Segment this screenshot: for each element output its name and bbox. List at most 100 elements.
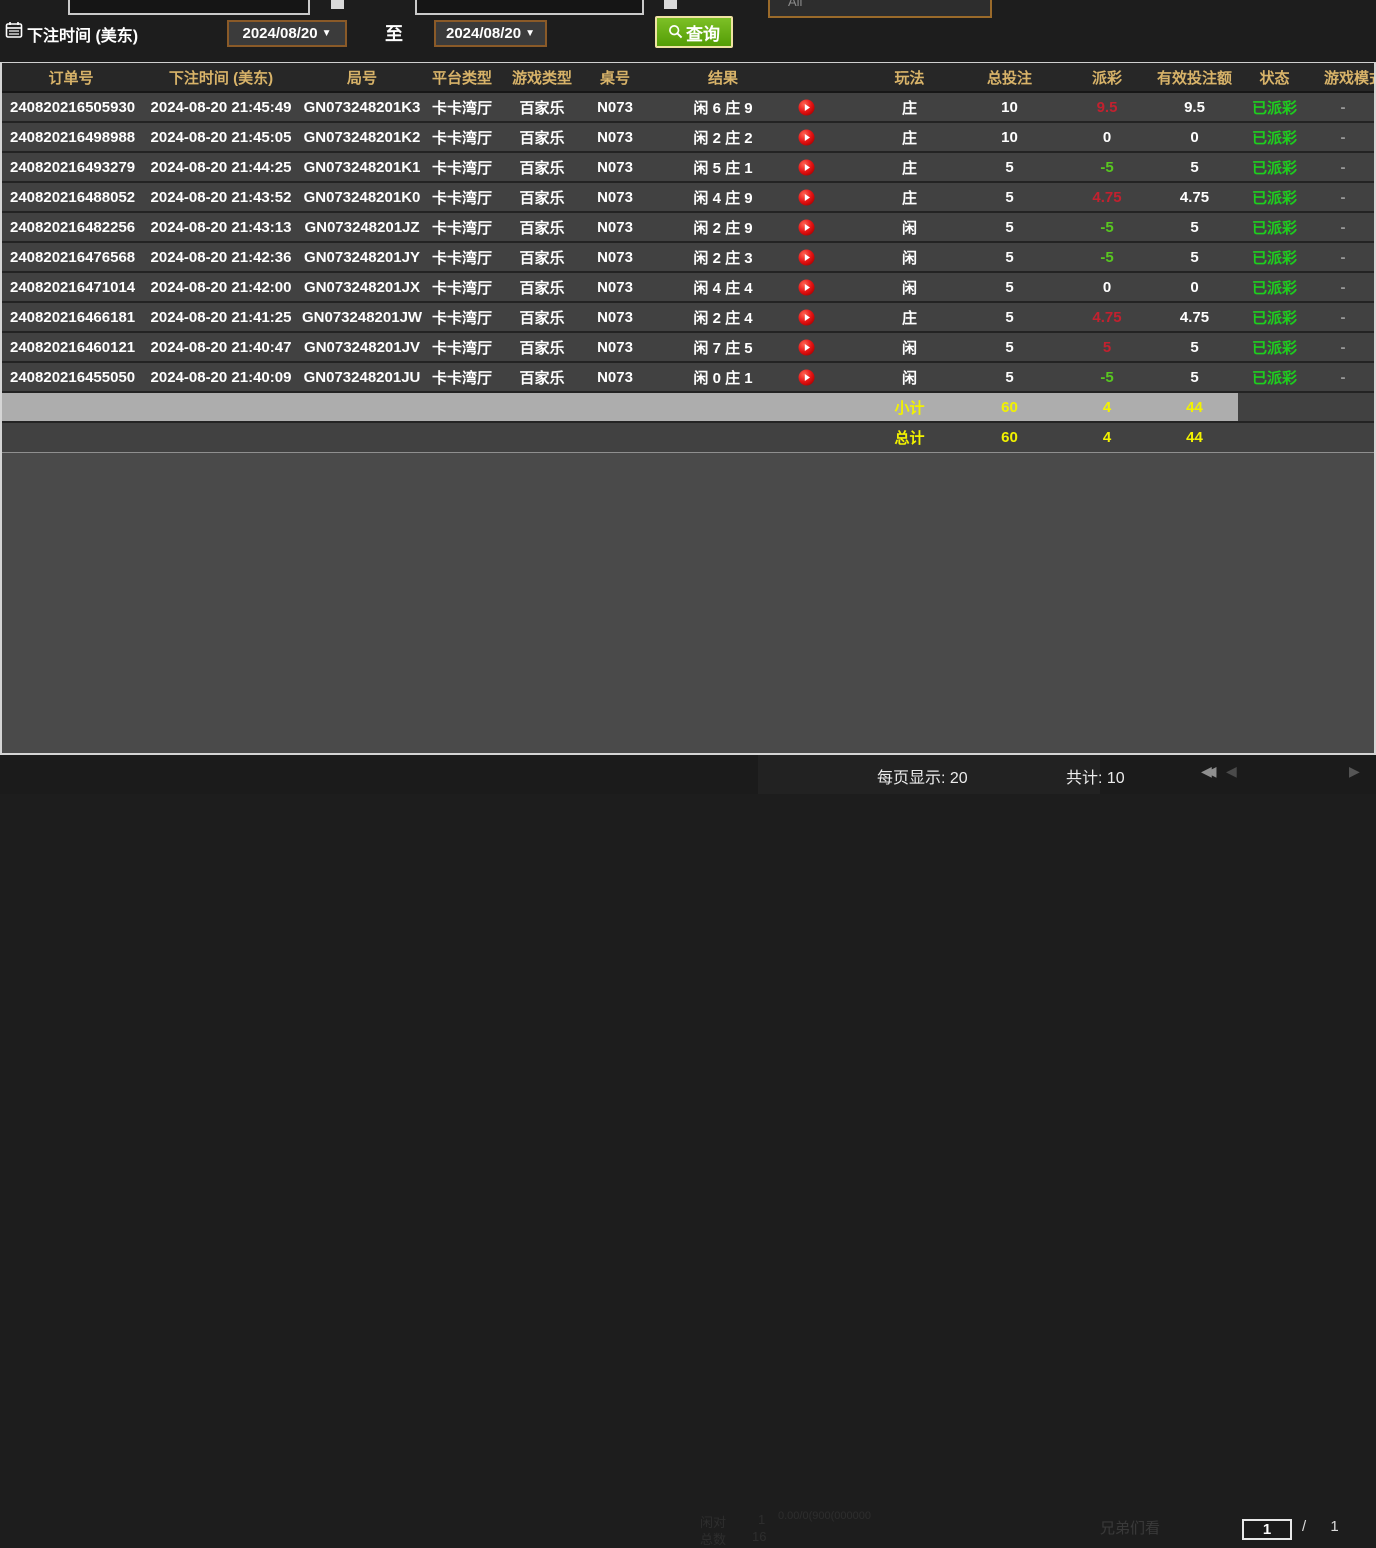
cell-play-type: 闲 — [862, 217, 957, 238]
cell-play-type: 庄 — [862, 157, 957, 178]
cell-platform-type: 卡卡湾厅 — [422, 157, 502, 178]
column-header-order: 订单号 — [2, 67, 140, 88]
cell-valid-bet: 9.5 — [1152, 99, 1237, 116]
ghost-text: 总数 — [700, 1529, 726, 1548]
play-icon[interactable] — [798, 249, 862, 266]
cell-round-id: GN073248201K1 — [302, 159, 422, 176]
date-from-value: 2024/08/20 — [243, 25, 318, 42]
column-header-status: 状态 — [1237, 67, 1312, 88]
calendar-icon-small-1[interactable] — [331, 0, 344, 9]
cell-valid-bet: 0 — [1152, 279, 1237, 296]
cell-payout: 4.75 — [1062, 309, 1152, 326]
cell-bet-time: 2024-08-20 21:44:25 — [140, 159, 302, 176]
cell-game-type: 百家乐 — [502, 187, 582, 208]
cell-valid-bet: 5 — [1152, 219, 1237, 236]
cell-game-type: 百家乐 — [502, 157, 582, 178]
cell-valid-bet: 0 — [1152, 129, 1237, 146]
date-to-value: 2024/08/20 — [446, 25, 521, 42]
total-row: 总计 60 4 44 — [2, 423, 1374, 453]
cell-platform-type: 卡卡湾厅 — [422, 307, 502, 328]
subtotal-label: 小计 — [862, 397, 957, 418]
table-row: 2408202164550502024-08-20 21:40:09GN0732… — [2, 363, 1374, 393]
cell-order: 240820216505930 — [2, 99, 140, 116]
cell-play-type: 闲 — [862, 277, 957, 298]
table-header-row: 订单号下注时间 (美东)局号平台类型游戏类型桌号结果玩法总投注派彩有效投注额状态… — [2, 63, 1374, 93]
cell-bet-time: 2024-08-20 21:41:25 — [140, 309, 302, 326]
cell-result: 闲 6 庄 9 — [648, 97, 798, 118]
cell-table-no: N073 — [582, 99, 648, 116]
column-header-play: 玩法 — [862, 67, 957, 88]
play-icon[interactable] — [798, 159, 862, 176]
caret-down-icon: ▼ — [322, 28, 332, 39]
total-label: 总计 — [862, 427, 957, 448]
cell-play-type: 闲 — [862, 337, 957, 358]
cell-play-type: 庄 — [862, 307, 957, 328]
cell-order: 240820216488052 — [2, 189, 140, 206]
play-icon[interactable] — [798, 219, 862, 236]
date-to-select[interactable]: 2024/08/20 ▼ — [434, 20, 547, 47]
cell-result: 闲 4 庄 9 — [648, 187, 798, 208]
cell-order: 240820216466181 — [2, 309, 140, 326]
subtotal-valid-bet: 44 — [1152, 399, 1237, 416]
table-row: 2408202164822562024-08-20 21:43:13GN0732… — [2, 213, 1374, 243]
cell-game-mode: - — [1312, 279, 1374, 296]
cell-result: 闲 2 庄 9 — [648, 217, 798, 238]
cell-total-bet: 5 — [957, 279, 1062, 296]
cell-round-id: GN073248201JZ — [302, 219, 422, 236]
cell-total-bet: 5 — [957, 369, 1062, 386]
query-button[interactable]: 查询 — [655, 16, 733, 48]
table-row: 2408202164989882024-08-20 21:45:05GN0732… — [2, 123, 1374, 153]
cell-bet-time: 2024-08-20 21:40:47 — [140, 339, 302, 356]
cell-order: 240820216460121 — [2, 339, 140, 356]
cell-payout: 0 — [1062, 279, 1152, 296]
play-icon[interactable] — [798, 99, 862, 116]
next-page-button[interactable]: ▶ — [1349, 763, 1360, 780]
magnifier-icon — [668, 24, 684, 40]
table-body: 2408202165059302024-08-20 21:45:49GN0732… — [2, 93, 1374, 393]
play-icon[interactable] — [798, 189, 862, 206]
column-header-game: 游戏类型 — [502, 67, 582, 88]
previous-page-button[interactable]: ◀ — [1226, 763, 1237, 780]
cell-game-type: 百家乐 — [502, 307, 582, 328]
cell-table-no: N073 — [582, 279, 648, 296]
table-row: 2408202164661812024-08-20 21:41:25GN0732… — [2, 303, 1374, 333]
table-row: 2408202164765682024-08-20 21:42:36GN0732… — [2, 243, 1374, 273]
calendar-icon-small-2[interactable] — [664, 0, 677, 9]
column-header-mode: 游戏模式 — [1312, 67, 1374, 88]
cell-round-id: GN073248201K2 — [302, 129, 422, 146]
cell-total-bet: 10 — [957, 99, 1062, 116]
per-page-label: 每页显示: 20 — [877, 764, 968, 788]
cell-total-bet: 5 — [957, 249, 1062, 266]
cell-game-type: 百家乐 — [502, 367, 582, 388]
filter-select-all[interactable]: All — [768, 0, 992, 18]
cell-platform-type: 卡卡湾厅 — [422, 217, 502, 238]
cell-table-no: N073 — [582, 309, 648, 326]
cell-payout: -5 — [1062, 369, 1152, 386]
play-icon[interactable] — [798, 369, 862, 386]
cell-round-id: GN073248201JV — [302, 339, 422, 356]
cell-status: 已派彩 — [1237, 217, 1312, 238]
filter-input-1[interactable] — [68, 0, 310, 15]
cell-total-bet: 5 — [957, 159, 1062, 176]
cell-valid-bet: 5 — [1152, 159, 1237, 176]
play-icon[interactable] — [798, 129, 862, 146]
date-from-select[interactable]: 2024/08/20 ▼ — [227, 20, 347, 47]
bet-time-filter-label: 下注时间 (美东) — [27, 22, 138, 46]
cell-game-mode: - — [1312, 339, 1374, 356]
filter-input-2[interactable] — [415, 0, 644, 15]
cell-game-type: 百家乐 — [502, 217, 582, 238]
subtotal-total-bet: 60 — [957, 399, 1062, 416]
page-number-input[interactable] — [1242, 1519, 1292, 1540]
first-page-button[interactable]: ◀◀ — [1201, 763, 1211, 780]
play-icon[interactable] — [798, 339, 862, 356]
cell-bet-time: 2024-08-20 21:43:52 — [140, 189, 302, 206]
cell-status: 已派彩 — [1237, 157, 1312, 178]
cell-total-bet: 10 — [957, 129, 1062, 146]
cell-game-type: 百家乐 — [502, 127, 582, 148]
cell-total-bet: 5 — [957, 339, 1062, 356]
play-icon[interactable] — [798, 279, 862, 296]
cell-game-mode: - — [1312, 159, 1374, 176]
cell-platform-type: 卡卡湾厅 — [422, 247, 502, 268]
cell-payout: 0 — [1062, 129, 1152, 146]
play-icon[interactable] — [798, 309, 862, 326]
